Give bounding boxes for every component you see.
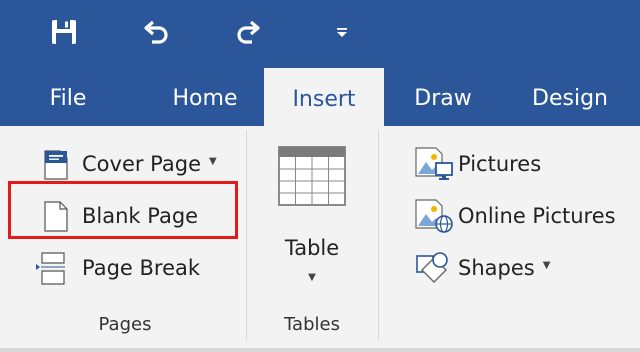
- table-grid-icon: [278, 146, 346, 210]
- chevron-down-icon: ▼: [209, 155, 217, 167]
- online-pictures-label: Online Pictures: [458, 204, 616, 228]
- redo-button[interactable]: [226, 12, 270, 52]
- tab-file[interactable]: File: [30, 68, 106, 128]
- quick-access-toolbar: [0, 0, 640, 62]
- shapes-label: Shapes: [458, 256, 535, 280]
- tables-group-label: Tables: [284, 314, 340, 335]
- ribbon-panel: Cover Page ▼ Blank Page Page Break Pages…: [0, 126, 640, 352]
- pages-group-label: Pages: [98, 314, 152, 335]
- ribbon-tabs: File Home Insert Draw Design: [0, 62, 640, 130]
- pictures-button[interactable]: Pictures: [414, 142, 541, 186]
- word-window: File Home Insert Draw Design Cover Page …: [0, 0, 640, 352]
- tab-insert[interactable]: Insert: [264, 68, 384, 130]
- cover-page-label: Cover Page: [82, 152, 202, 176]
- tab-label: File: [49, 85, 87, 111]
- cover-page-button[interactable]: Cover Page ▼: [42, 142, 217, 186]
- pictures-label: Pictures: [458, 152, 542, 176]
- ribbon-bottom-border: [0, 348, 640, 352]
- tab-label: Home: [172, 85, 238, 111]
- page-break-button[interactable]: Page Break: [36, 246, 200, 290]
- pictures-icon: [414, 146, 458, 182]
- shapes-icon: [414, 250, 458, 286]
- tab-home[interactable]: Home: [150, 68, 260, 128]
- undo-button[interactable]: [134, 12, 178, 52]
- cover-page-icon: [42, 147, 82, 181]
- table-label: Table: [284, 236, 340, 260]
- chevron-down-icon: ▼: [542, 259, 551, 271]
- page-break-label: Page Break: [82, 256, 201, 280]
- customize-qat-button[interactable]: [320, 12, 364, 52]
- tab-design[interactable]: Design: [520, 68, 620, 128]
- shapes-button[interactable]: Shapes ▼: [414, 246, 550, 290]
- chevron-down-icon: ▼: [308, 272, 316, 283]
- online-pictures-button[interactable]: Online Pictures: [414, 194, 616, 238]
- online-pictures-icon: [414, 198, 458, 234]
- blank-page-highlight-box: [8, 181, 238, 239]
- table-button[interactable]: Table ▼: [264, 140, 360, 290]
- tab-label: Draw: [414, 85, 472, 111]
- save-button[interactable]: [42, 12, 86, 52]
- tab-label: Insert: [292, 86, 356, 112]
- tab-draw[interactable]: Draw: [400, 68, 486, 128]
- redo-icon: [233, 17, 263, 47]
- tab-label: Design: [532, 85, 608, 111]
- group-separator: [378, 130, 379, 340]
- save-icon: [50, 18, 78, 46]
- page-break-icon: [36, 251, 82, 285]
- customize-qat-icon: [335, 25, 349, 39]
- undo-icon: [141, 17, 171, 47]
- group-separator: [246, 130, 247, 340]
